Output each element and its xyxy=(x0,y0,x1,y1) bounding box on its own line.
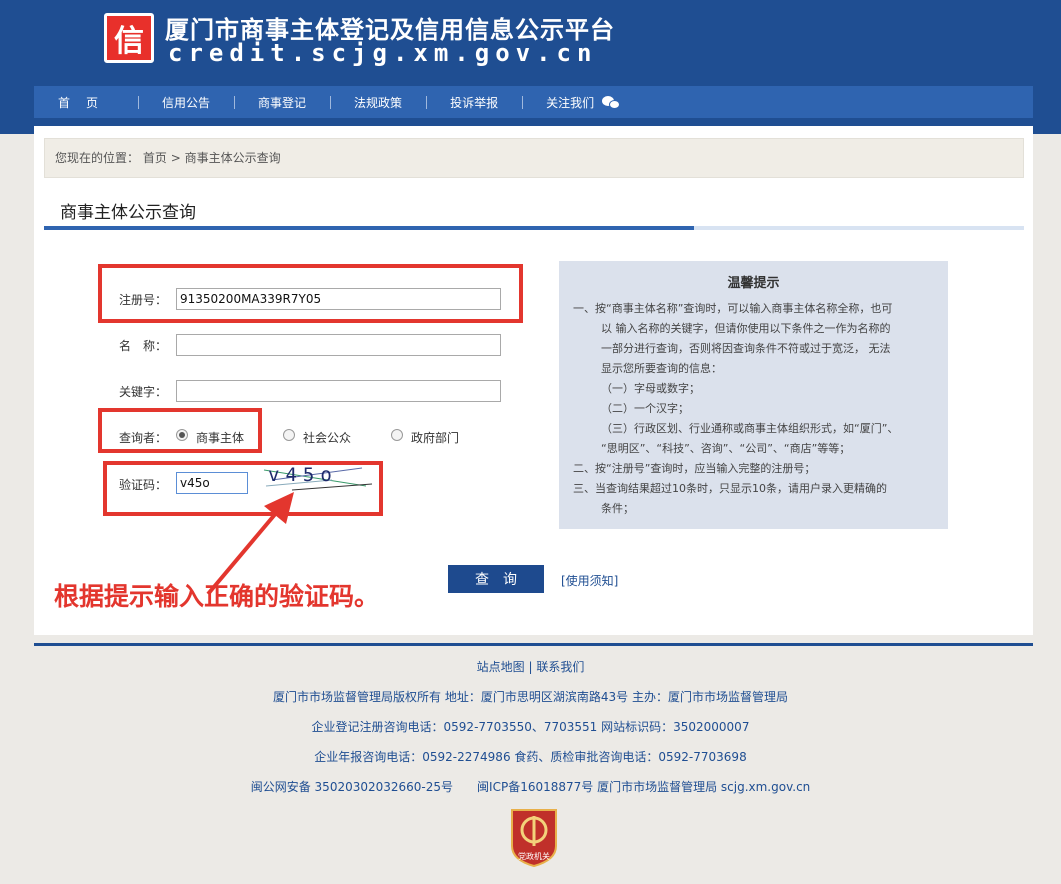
site-logo[interactable]: 信 xyxy=(104,13,154,63)
captcha-text: v45o xyxy=(268,464,338,486)
tips-line: （三）行政区划、行业通称或商事主体组织形式，如“厦门”、 xyxy=(601,422,899,435)
radio-business-entity[interactable] xyxy=(176,429,188,441)
annotation-text: 根据提示输入正确的验证码。 xyxy=(54,582,380,611)
radio-government-label[interactable]: 政府部门 xyxy=(411,429,459,446)
nav-item-follow-us-label: 关注我们 xyxy=(546,95,595,110)
footer-copyright: 厦门市市场监督管理局版权所有 地址：厦门市思明区湖滨南路43号 主办：厦门市市场… xyxy=(273,690,788,704)
reg-number-label: 注册号： xyxy=(119,293,168,307)
nav-item-follow-us[interactable]: 关注我们 xyxy=(522,94,644,111)
site-url: credit.scjg.xm.gov.cn xyxy=(168,39,598,67)
nav-item-regulations[interactable]: 法规政策 xyxy=(330,94,426,111)
footer-links: 站点地图 | 联系我们 xyxy=(0,658,1061,675)
sitemap-link[interactable]: 站点地图 xyxy=(477,660,525,674)
tips-line: 一、按“商事主体名称”查询时，可以输入商事主体名称全称，也可 xyxy=(573,302,893,315)
footer-registration-phone: 企业登记注册咨询电话：0592-7703550、7703551 网站标识码：35… xyxy=(311,720,750,734)
breadcrumb-home-link[interactable]: 首页 xyxy=(143,151,167,165)
radio-business-entity-label[interactable]: 商事主体 xyxy=(196,429,244,446)
tips-title: 温馨提示 xyxy=(727,276,780,291)
nav-item-credit-notice[interactable]: 信用公告 xyxy=(138,94,234,111)
company-name-label: 名 称： xyxy=(119,339,168,353)
tips-line: （一）字母或数字； xyxy=(601,382,700,395)
radio-public-label[interactable]: 社会公众 xyxy=(303,429,351,446)
tips-line: （二）一个汉字； xyxy=(601,402,689,415)
page-title: 商事主体公示查询 xyxy=(60,203,196,223)
breadcrumb-current: 商事主体公示查询 xyxy=(184,151,281,165)
breadcrumb: 您现在的位置： 首页 > 商事主体公示查询 xyxy=(44,138,1024,178)
tips-line: 一部分进行查询，否则将因查询条件不符或过于宽泛， 无法 xyxy=(601,342,891,355)
badge-text: 党政机关 xyxy=(518,851,550,861)
footer-icp[interactable]: 闽公网安备 35020302032660-25号 闽ICP备16018877号 … xyxy=(0,778,1061,795)
title-divider xyxy=(44,226,1024,230)
footer-annual-report-phone: 企业年报咨询电话：0592-2274986 食药、质检审批咨询电话：0592-7… xyxy=(314,750,747,764)
footer-divider xyxy=(34,643,1033,646)
party-government-badge-icon[interactable]: 党政机关 xyxy=(508,806,560,868)
main-nav: 首页 信用公告 商事登记 法规政策 投诉举报 关注我们 xyxy=(34,86,1033,118)
search-button[interactable]: 查询 xyxy=(448,565,544,593)
captcha-label: 验证码： xyxy=(119,478,168,492)
main-panel: 您现在的位置： 首页 > 商事主体公示查询 商事主体公示查询 注册号： 名 称：… xyxy=(34,126,1033,635)
company-name-input[interactable] xyxy=(176,334,501,356)
tips-panel: 温馨提示 一、按“商事主体名称”查询时，可以输入商事主体名称全称，也可 以 输入… xyxy=(559,261,948,529)
nav-item-complaints[interactable]: 投诉举报 xyxy=(426,94,522,111)
radio-government[interactable] xyxy=(391,429,403,441)
footer-links-divider: | xyxy=(528,660,533,674)
tips-line: 三、当查询结果超过10条时，只显示10条，请用户录入更精确的 xyxy=(573,482,887,495)
nav-item-business-registration[interactable]: 商事登记 xyxy=(234,94,330,111)
keyword-label: 关键字： xyxy=(119,385,168,399)
inquirer-label: 查询者： xyxy=(119,431,168,445)
contact-us-link[interactable]: 联系我们 xyxy=(536,660,584,674)
nav-item-home[interactable]: 首页 xyxy=(34,94,138,111)
wechat-icon xyxy=(601,95,620,109)
tips-line: “思明区”、“科技”、咨询”、“公司”、“商店”等等； xyxy=(601,442,851,455)
tips-line: 二、按“注册号”查询时，应当输入完整的注册号； xyxy=(573,462,816,475)
breadcrumb-prefix: 您现在的位置： xyxy=(55,151,140,165)
tips-line: 显示您所要查询的信息： xyxy=(601,362,722,375)
tips-line: 以 输入名称的关键字，但请你使用以下条件之一作为名称的 xyxy=(601,322,891,335)
keyword-input[interactable] xyxy=(176,380,501,402)
tips-line: 条件； xyxy=(601,502,634,515)
usage-notice-link[interactable]: [使用须知] xyxy=(561,572,618,589)
breadcrumb-separator: > xyxy=(170,151,181,165)
radio-public[interactable] xyxy=(283,429,295,441)
site-header: 信 厦门市商事主体登记及信用信息公示平台 credit.scjg.xm.gov.… xyxy=(0,0,1061,134)
reg-number-input[interactable] xyxy=(176,288,501,310)
